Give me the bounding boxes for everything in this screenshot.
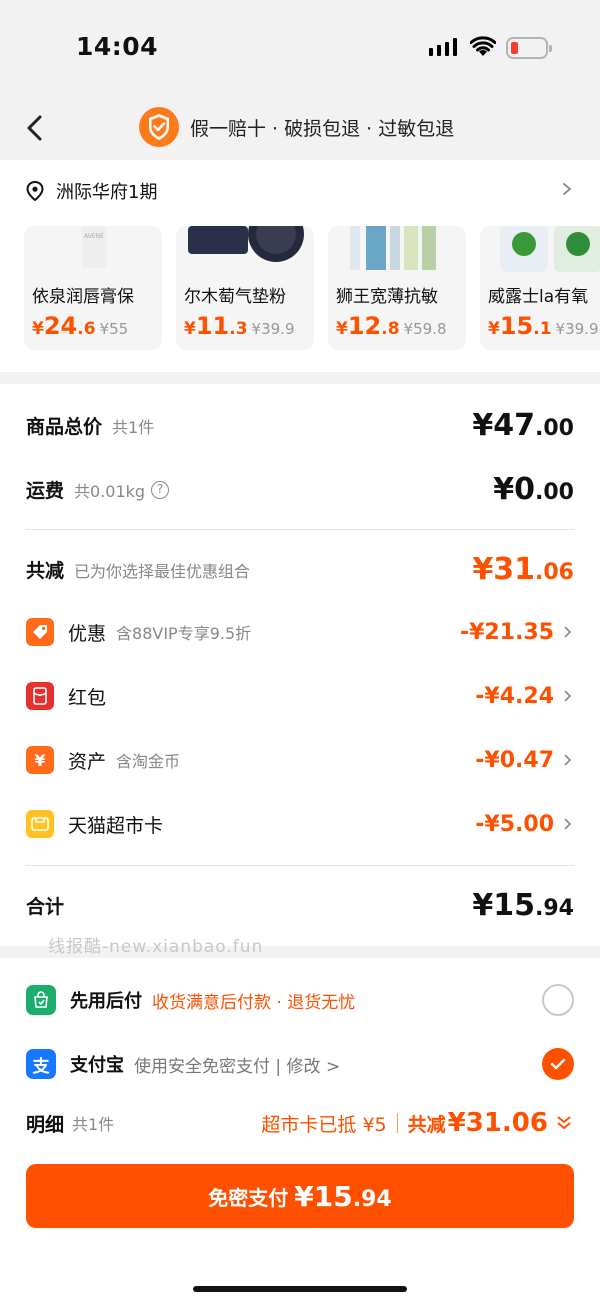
chevron-right-icon xyxy=(564,626,572,638)
total-row: 合计 ¥15.94 xyxy=(26,888,574,923)
double-chevron-down-icon[interactable] xyxy=(554,1113,574,1133)
goods-total-row: 商品总价 共1件 ¥47.00 xyxy=(26,408,574,443)
product-image xyxy=(500,226,600,272)
guarantee-shield-icon xyxy=(139,107,179,147)
svg-text:AVENE: AVENE xyxy=(84,233,104,240)
pay-later-radio[interactable] xyxy=(542,984,574,1016)
product-card[interactable]: 尔木萄气垫粉 ¥11.3 ¥39.9 xyxy=(176,226,314,350)
nav-bar: 假一赔十 · 破损包退 · 过敏包退 xyxy=(0,96,600,160)
total-reduction-row: 共减 已为你选择最佳优惠组合 ¥31.06 xyxy=(26,552,574,587)
pay-later-icon xyxy=(26,985,56,1015)
divider xyxy=(26,529,574,530)
detail-summary: 超市卡已抵 ¥5 共减 ¥31.06 xyxy=(261,1108,574,1138)
divider xyxy=(26,865,574,866)
product-price: ¥12.8 ¥59.8 xyxy=(336,312,447,340)
payment-card: 先用后付 收货满意后付款 · 退货无忧 支 支付宝 使用安全免密支付 | 修改 … xyxy=(0,958,600,1304)
chevron-right-icon xyxy=(564,754,572,766)
product-name: 尔木萄气垫粉 xyxy=(184,287,286,307)
product-image: AVENE xyxy=(82,226,106,268)
product-image xyxy=(188,226,304,262)
alipay-radio-checked[interactable] xyxy=(542,1048,574,1080)
address-name: 洲际华府1期 xyxy=(56,182,158,203)
help-icon[interactable]: ? xyxy=(151,480,170,499)
alipay-icon: 支 xyxy=(26,1049,56,1079)
detail-row[interactable]: 明细 共1件 超市卡已抵 ¥5 共减 ¥31.06 xyxy=(26,1108,574,1138)
coupon-tag-icon xyxy=(26,618,54,646)
discount-row-hongbao[interactable]: 红包 -¥4.24 xyxy=(26,682,574,710)
product-image xyxy=(350,226,436,270)
product-card[interactable]: 狮王宽薄抗敏 ¥12.8 ¥59.8 xyxy=(328,226,466,350)
status-bar: 14:04 xyxy=(0,0,600,96)
location-pin-icon xyxy=(26,180,44,202)
battery-icon xyxy=(506,37,552,59)
red-packet-icon xyxy=(26,682,54,710)
address-card: 洲际华府1期 AVENE 依泉润唇膏保 ¥24.6 ¥55 尔木萄气垫粉 ¥11.… xyxy=(0,160,600,372)
product-price: ¥11.3 ¥39.9 xyxy=(184,312,295,340)
chevron-right-icon[interactable] xyxy=(560,182,574,196)
product-name: 依泉润唇膏保 xyxy=(32,287,134,307)
total-value: ¥15.94 xyxy=(472,888,574,923)
pay-button[interactable]: 免密支付 ¥15.94 xyxy=(26,1164,574,1228)
product-name: 威露士la有氧 xyxy=(488,287,589,307)
product-name: 狮王宽薄抗敏 xyxy=(336,287,438,307)
alipay-modify-link[interactable]: 使用安全免密支付 | 修改 > xyxy=(134,1052,340,1077)
status-time: 14:04 xyxy=(76,32,159,61)
pay-later-option[interactable]: 先用后付 收货满意后付款 · 退货无忧 xyxy=(26,984,574,1016)
product-card[interactable]: 威露士la有氧 ¥15.1 ¥39.9 xyxy=(480,226,600,350)
back-icon[interactable] xyxy=(20,112,52,144)
watermark: 线报酷-new.xianbao.fun xyxy=(48,937,264,957)
cellular-signal-icon xyxy=(429,38,457,56)
wifi-icon xyxy=(470,36,496,56)
home-indicator xyxy=(193,1286,407,1292)
discount-row-coupon[interactable]: 优惠 含88VIP专享9.5折 -¥21.35 xyxy=(26,618,574,646)
alipay-option[interactable]: 支 支付宝 使用安全免密支付 | 修改 > xyxy=(26,1048,574,1080)
discount-row-assets[interactable]: ¥ 资产 含淘金币 -¥0.47 xyxy=(26,746,574,774)
chevron-right-icon xyxy=(564,818,572,830)
order-summary-card: 商品总价 共1件 ¥47.00 运费 共0.01kg ? ¥0.00 共减 已为… xyxy=(0,384,600,946)
product-price: ¥24.6 ¥55 xyxy=(32,312,129,340)
card-icon xyxy=(26,810,54,838)
total-reduction-value: ¥31.06 xyxy=(472,552,574,587)
guarantee-title: 假一赔十 · 破损包退 · 过敏包退 xyxy=(190,118,455,140)
shipping-row: 运费 共0.01kg ? ¥0.00 xyxy=(26,472,574,507)
discount-row-supermarket-card[interactable]: 天猫超市卡 -¥5.00 xyxy=(26,810,574,838)
product-card[interactable]: AVENE 依泉润唇膏保 ¥24.6 ¥55 xyxy=(24,226,162,350)
product-price: ¥15.1 ¥39.9 xyxy=(488,312,599,340)
shipping-value: ¥0.00 xyxy=(493,472,574,507)
address-row[interactable]: 洲际华府1期 xyxy=(24,178,157,204)
yen-asset-icon: ¥ xyxy=(26,746,54,774)
goods-total-value: ¥47.00 xyxy=(472,408,574,443)
chevron-right-icon xyxy=(564,690,572,702)
recommended-products: AVENE 依泉润唇膏保 ¥24.6 ¥55 尔木萄气垫粉 ¥11.3 ¥39.9 xyxy=(24,226,600,352)
